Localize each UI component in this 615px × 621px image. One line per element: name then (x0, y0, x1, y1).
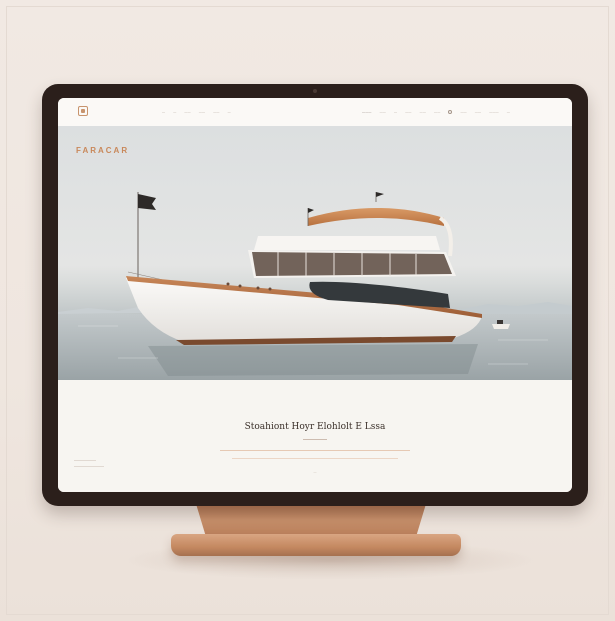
tender-cabin (497, 320, 503, 324)
top-navbar: — — —— —— —— — ——— —— — —— —— —— —— —— —… (58, 98, 572, 127)
yacht-illustration (58, 192, 572, 380)
nav-menu-right: ——— —— — —— —— —— —— —— ——— — (362, 110, 510, 114)
nav-menu-left: — — —— —— —— — (162, 110, 231, 114)
nav-link[interactable]: —— (213, 110, 219, 114)
side-text-line (74, 460, 96, 461)
boat-logo-icon[interactable] (78, 106, 88, 116)
upper-deck (254, 236, 440, 250)
nav-link[interactable]: — (228, 110, 231, 114)
distant-hills (458, 302, 572, 314)
nav-link[interactable]: ——— (362, 110, 372, 114)
cabin-windows (252, 252, 452, 276)
monitor-stand-base (171, 534, 461, 556)
side-text-line (74, 466, 104, 467)
antenna-flag-icon (308, 208, 314, 213)
nav-link[interactable]: — (507, 110, 510, 114)
intro-section: Stoahiont Hoyr Elohlolt E Lssa — (58, 380, 572, 492)
heading-divider (303, 439, 327, 440)
nav-link[interactable]: ——— (489, 110, 499, 114)
nav-link[interactable]: —— (460, 110, 466, 114)
hero-banner: FARACAR (58, 126, 572, 380)
yacht-hull (126, 278, 482, 342)
flag-icon (138, 194, 156, 210)
nav-link[interactable]: — (173, 110, 176, 114)
hero-title: FARACAR (76, 146, 130, 155)
nav-link[interactable]: — (394, 110, 397, 114)
camera-icon (313, 89, 317, 93)
footer-mark: — (313, 470, 317, 474)
nav-link[interactable]: —— (475, 110, 481, 114)
section-heading: Stoahiont Hoyr Elohlolt E Lssa (244, 422, 386, 432)
small-flag-icon (376, 192, 384, 197)
nav-link[interactable]: — (162, 110, 165, 114)
nav-link[interactable]: —— (420, 110, 426, 114)
nav-link[interactable]: —— (199, 110, 205, 114)
website-screen: — — —— —— —— — ——— —— — —— —— —— —— —— —… (58, 98, 572, 492)
nav-link[interactable]: —— (184, 110, 190, 114)
nav-link[interactable]: —— (405, 110, 411, 114)
monitor: — — —— —— —— — ——— —— — —— —— —— —— —— —… (42, 84, 588, 506)
yacht-reflection (148, 344, 478, 376)
nav-link[interactable]: —— (380, 110, 386, 114)
tender-boat (492, 324, 510, 329)
body-text-line (232, 458, 398, 459)
hardtop-roof (308, 208, 444, 226)
search-icon[interactable] (448, 110, 453, 114)
body-text-line (220, 450, 410, 451)
nav-link[interactable]: —— (434, 110, 440, 114)
